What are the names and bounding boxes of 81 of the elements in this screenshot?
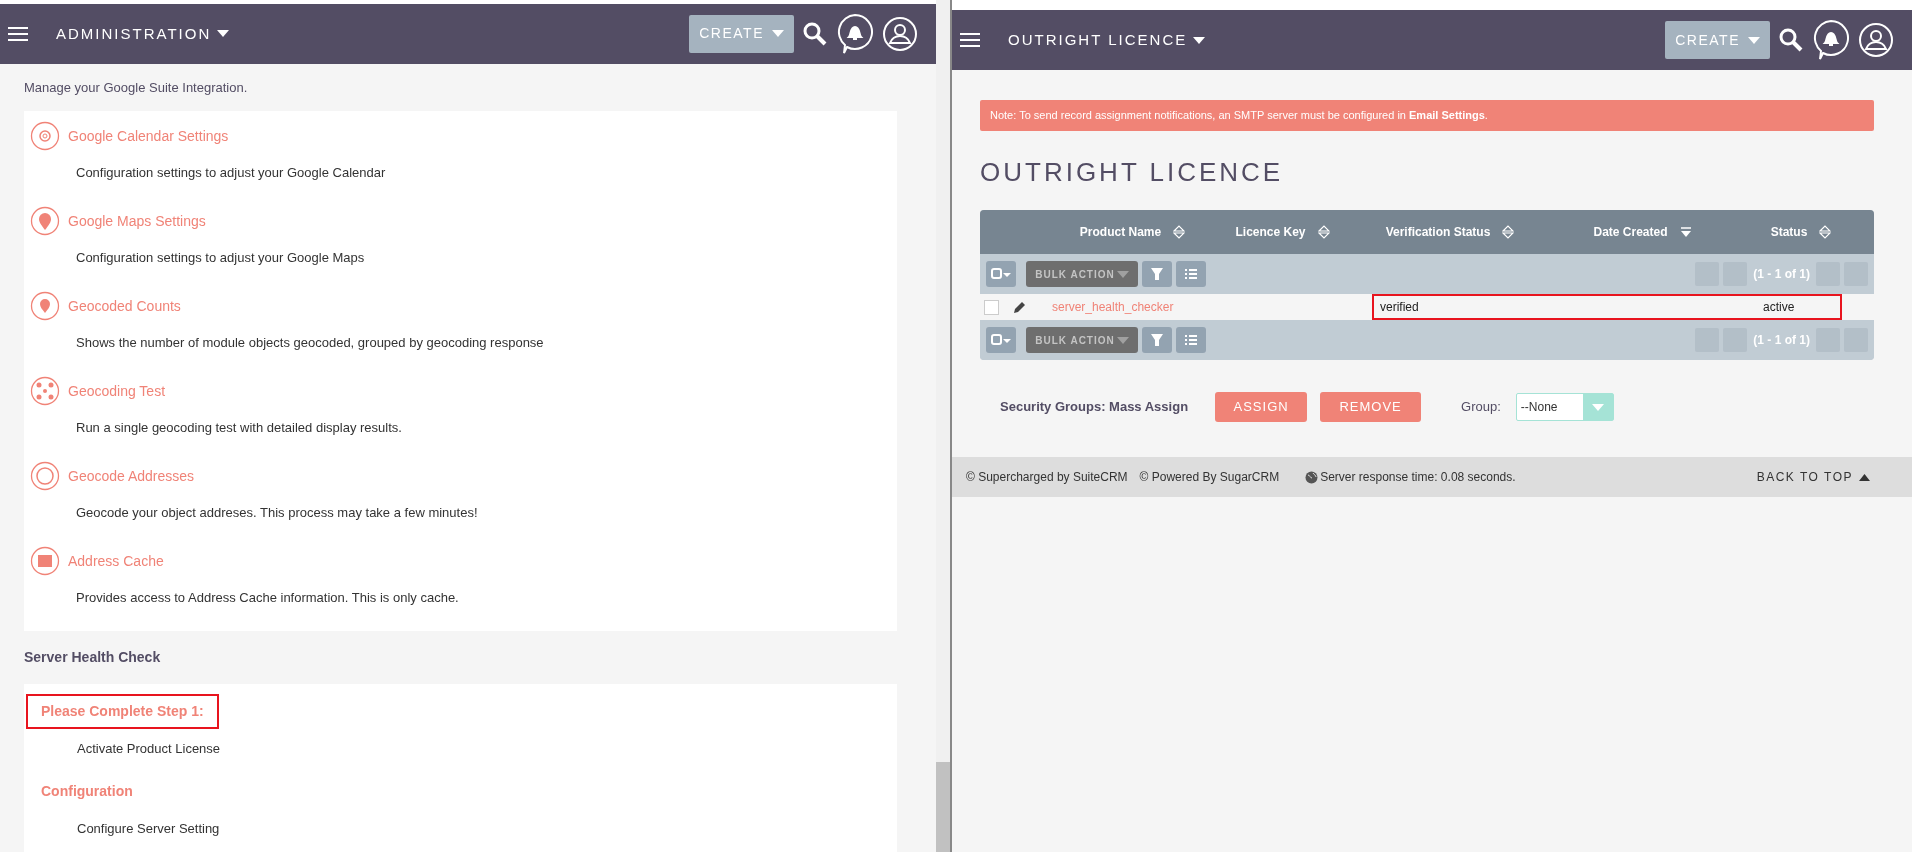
column-header[interactable]: Licence Key <box>1235 223 1306 241</box>
user-icon[interactable] <box>882 15 918 52</box>
table-cell-text: verified <box>1379 299 1420 316</box>
search-icon[interactable] <box>1778 27 1804 53</box>
footer-credit[interactable]: © Powered By SugarCRM <box>1139 468 1280 486</box>
settings-description: Geocode your object addreses. This process may take a few minutes! <box>76 504 479 523</box>
settings-description: Provides access to Address Cache information. This is only cache. <box>76 589 460 608</box>
caret-icon <box>217 30 230 38</box>
sort-icon[interactable] <box>1502 225 1515 239</box>
pencil-icon[interactable] <box>1013 300 1026 314</box>
filter-button[interactable] <box>1142 261 1172 287</box>
table-cell-text: active <box>1762 299 1796 316</box>
column-header[interactable]: Verification Status <box>1385 223 1491 241</box>
settings-link[interactable]: Configuration <box>26 774 148 810</box>
settings-link[interactable]: Google Calendar Settings <box>68 125 229 147</box>
bulk-action-button[interactable]: BULK ACTION <box>1026 261 1138 287</box>
globe-icon <box>1305 470 1319 484</box>
sort-icon[interactable] <box>1819 225 1832 239</box>
column-header[interactable]: Product Name <box>1079 223 1162 241</box>
settings-link[interactable]: Please Complete Step 1: <box>26 694 219 730</box>
dropdown-caret-icon <box>1591 403 1604 411</box>
target-icon <box>30 461 60 492</box>
bell-icon[interactable] <box>1812 19 1850 61</box>
menu-icon[interactable] <box>8 25 28 42</box>
settings-description: Run a single geocoding test with detailed display results. <box>76 419 403 438</box>
settings-description: Shows the number of module objects geocoded, grouped by geocoding response <box>76 334 545 353</box>
pagination-count: (1 - 1 of 1) <box>1752 332 1811 349</box>
filter-button[interactable] <box>1142 327 1172 353</box>
caret-icon <box>1748 36 1760 44</box>
footer-credit[interactable]: © Supercharged by SuiteCRM <box>966 468 1128 486</box>
settings-link[interactable]: Geocode Addresses <box>68 465 195 487</box>
column-header[interactable]: Date Created <box>1593 223 1668 241</box>
map-pin-icon <box>30 206 60 237</box>
mass-assign-label: Security Groups: Mass Assign <box>1000 398 1189 417</box>
notice-text: Note: To send record assignment notifications, an SMTP server must be configured in Email Settings. <box>990 108 1488 124</box>
settings-description: Configuration settings to adjust your Google Maps <box>76 249 366 268</box>
select-all-dropdown[interactable] <box>986 261 1016 287</box>
caret-icon <box>772 30 784 38</box>
page-title: OUTRIGHT LICENCE <box>980 156 1285 189</box>
sort-icon[interactable] <box>1679 225 1692 239</box>
section-heading: Server Health Check <box>24 648 162 668</box>
sort-icon[interactable] <box>1173 225 1186 239</box>
caret-icon <box>1193 36 1206 44</box>
assign-button[interactable]: ASSIGN <box>1215 392 1308 422</box>
select-all-dropdown[interactable] <box>986 327 1016 353</box>
caret-icon <box>1116 336 1129 344</box>
module-menu[interactable]: OUTRIGHT LICENCE <box>1008 28 1206 52</box>
sort-icon[interactable] <box>1317 225 1330 239</box>
columns-button[interactable] <box>1176 327 1206 353</box>
settings-link[interactable]: Google Maps Settings <box>68 210 206 232</box>
up-arrow-icon <box>1859 473 1870 481</box>
group-label: Group: <box>1461 398 1501 417</box>
settings-link[interactable]: Geocoding Test <box>68 380 166 402</box>
pagination-count: (1 - 1 of 1) <box>1752 266 1811 283</box>
settings-link[interactable]: Address Cache <box>68 550 164 572</box>
section-description: Manage your Google Suite Integration. <box>24 78 249 97</box>
record-link[interactable]: server_health_checker <box>1050 298 1215 316</box>
caret-icon <box>1116 270 1129 278</box>
bell-icon[interactable] <box>836 12 874 55</box>
response-time: Server response time: 0.08 seconds. <box>1320 469 1516 486</box>
group-select[interactable]: --None <box>1515 393 1614 421</box>
scrollbar[interactable] <box>936 0 950 852</box>
create-button[interactable]: CREATE <box>689 14 794 53</box>
settings-description: Configure Server Setting <box>77 820 221 839</box>
column-header[interactable]: Status <box>1770 223 1808 241</box>
dots-icon <box>30 376 60 407</box>
user-icon[interactable] <box>1858 22 1894 58</box>
create-button[interactable]: CREATE <box>1665 21 1770 59</box>
row-checkbox[interactable] <box>984 299 999 315</box>
bulk-action-button[interactable]: BULK ACTION <box>1026 327 1138 353</box>
remove-button[interactable]: REMOVE <box>1320 392 1422 422</box>
settings-description: Configuration settings to adjust your Google Calendar <box>76 164 387 183</box>
menu-icon[interactable] <box>960 32 980 48</box>
back-to-top-link[interactable]: BACK TO TOP <box>1756 468 1870 486</box>
columns-button[interactable] <box>1176 261 1206 287</box>
module-menu[interactable]: ADMINISTRATION <box>56 22 230 46</box>
settings-link[interactable]: Geocoded Counts <box>68 295 181 317</box>
map-pin-icon <box>30 291 60 322</box>
settings-description: Activate Product License <box>77 740 222 759</box>
box-icon <box>30 546 60 577</box>
search-icon[interactable] <box>802 20 828 47</box>
